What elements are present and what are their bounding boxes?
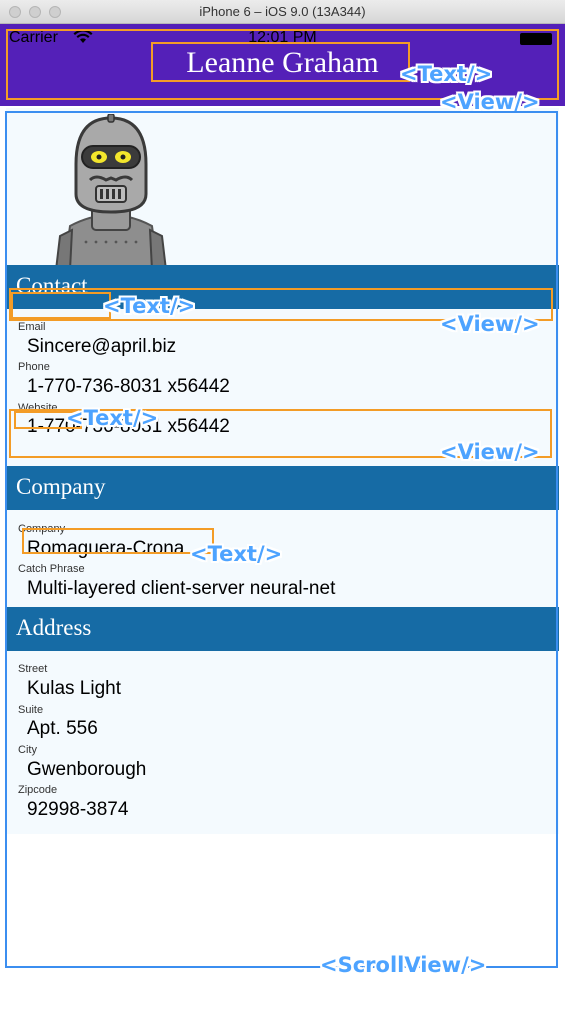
- company-section-header: Company: [6, 466, 559, 510]
- catch-phrase-label: Catch Phrase: [18, 563, 85, 575]
- phone-label: Phone: [18, 361, 50, 373]
- robot-avatar-icon: [54, 114, 168, 270]
- suite-label: Suite: [18, 704, 44, 716]
- address-section-header: Address: [6, 607, 559, 651]
- address-section-title: Address: [16, 615, 92, 640]
- company-value-text-tag: <Text/>: [190, 542, 283, 566]
- city-value: Gwenborough: [27, 759, 147, 780]
- website-label: Website: [18, 402, 58, 414]
- simulator-title-bar: iPhone 6 – iOS 9.0 (13A344): [0, 0, 565, 24]
- zipcode-value: 92998-3874: [27, 799, 129, 820]
- status-time: 12:01 PM: [248, 29, 317, 46]
- company-label: Company: [18, 523, 66, 535]
- company-section-title: Company: [16, 474, 106, 499]
- zipcode-label: Zipcode: [18, 784, 58, 796]
- app-screen: Carrier 12:01 PM Leanne Graham Contact E…: [0, 24, 565, 1025]
- contact-title-text-tag: <Text/>: [103, 294, 196, 318]
- suite-value: Apt. 556: [27, 718, 98, 739]
- street-value: Kulas Light: [27, 678, 122, 699]
- street-label: Street: [18, 663, 48, 675]
- window-title: iPhone 6 – iOS 9.0 (13A344): [199, 4, 366, 19]
- contact-section-title: Contact: [16, 273, 88, 298]
- website-label-text-tag: <Text/>: [66, 406, 159, 430]
- email-label: Email: [18, 321, 46, 333]
- nav-title-text-tag: <Text/>: [400, 62, 493, 86]
- website-view-tag: <View/>: [440, 440, 540, 464]
- contact-header-view-tag: <View/>: [440, 312, 540, 336]
- profile-scroll-view[interactable]: Contact Email Sincere@april.biz Phone 1-…: [6, 108, 559, 968]
- contact-section-header: Contact: [6, 265, 559, 309]
- navbar-view-tag: <View/>: [440, 90, 540, 114]
- profile-content: Contact Email Sincere@april.biz Phone 1-…: [6, 108, 559, 834]
- phone-value[interactable]: 1-770-736-8031 x56442: [27, 376, 230, 398]
- battery-icon: [520, 33, 552, 45]
- catch-phrase-value: Multi-layered client-server neural-net: [27, 578, 336, 599]
- company-value: Romaguera-Crona: [27, 538, 185, 559]
- city-label: City: [18, 744, 37, 756]
- scrollview-tag: <ScrollView/>: [320, 953, 487, 977]
- email-value[interactable]: Sincere@april.biz: [27, 336, 176, 358]
